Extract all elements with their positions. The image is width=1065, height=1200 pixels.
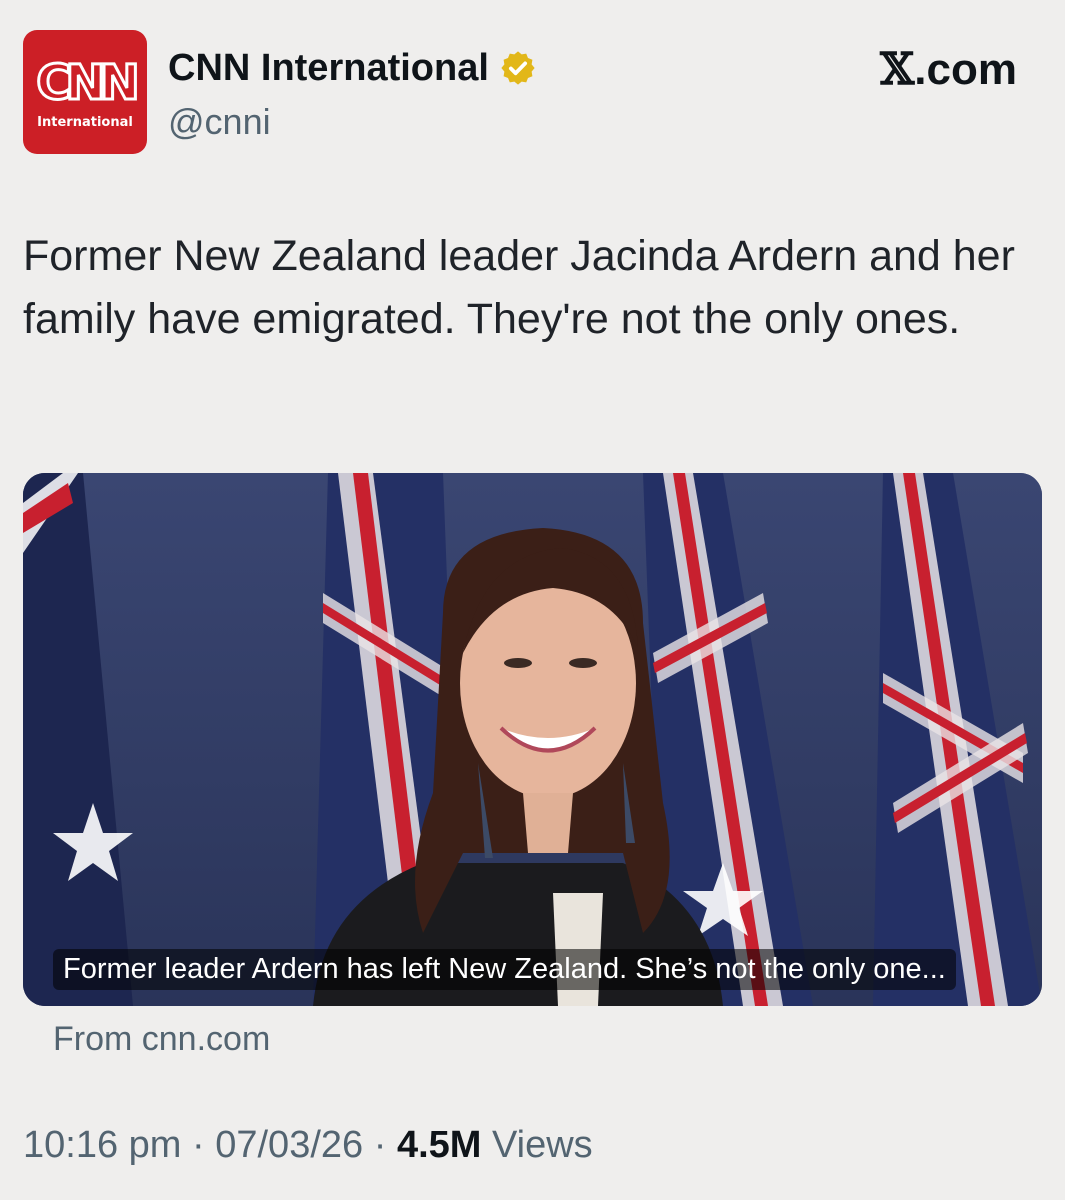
avatar[interactable]: CNN International: [23, 30, 147, 154]
x-logo-icon: 𝕏: [880, 44, 915, 95]
site-brand-suffix: .com: [914, 44, 1017, 94]
link-card[interactable]: Former leader Ardern has left New Zealan…: [23, 473, 1042, 1006]
cnn-logo: CNN: [35, 54, 142, 111]
avatar-subtitle: International: [37, 114, 133, 130]
tweet-text: Former New Zealand leader Jacinda Ardern…: [23, 232, 1015, 343]
name-row: CNN International: [168, 44, 537, 92]
tweet-date[interactable]: 07/03/26: [215, 1124, 363, 1166]
meta-separator: ·: [363, 1124, 397, 1166]
tweet-meta: 10:16 pm · 07/03/26 · 4.5M Views: [23, 1124, 593, 1167]
views-label: Views: [481, 1124, 593, 1166]
meta-separator: ·: [181, 1124, 216, 1166]
card-photo: [23, 473, 1042, 1006]
views-count: 4.5M: [396, 1124, 482, 1166]
tweet-time[interactable]: 10:16 pm: [23, 1124, 181, 1166]
verified-badge-icon: [501, 51, 535, 85]
card-source[interactable]: From cnn.com: [53, 1020, 270, 1059]
card-caption: Former leader Ardern has left New Zealan…: [53, 949, 956, 990]
account-handle[interactable]: @cnni: [168, 101, 271, 143]
site-brand: 𝕏 .com: [880, 44, 1017, 95]
display-name[interactable]: CNN International: [168, 47, 489, 90]
